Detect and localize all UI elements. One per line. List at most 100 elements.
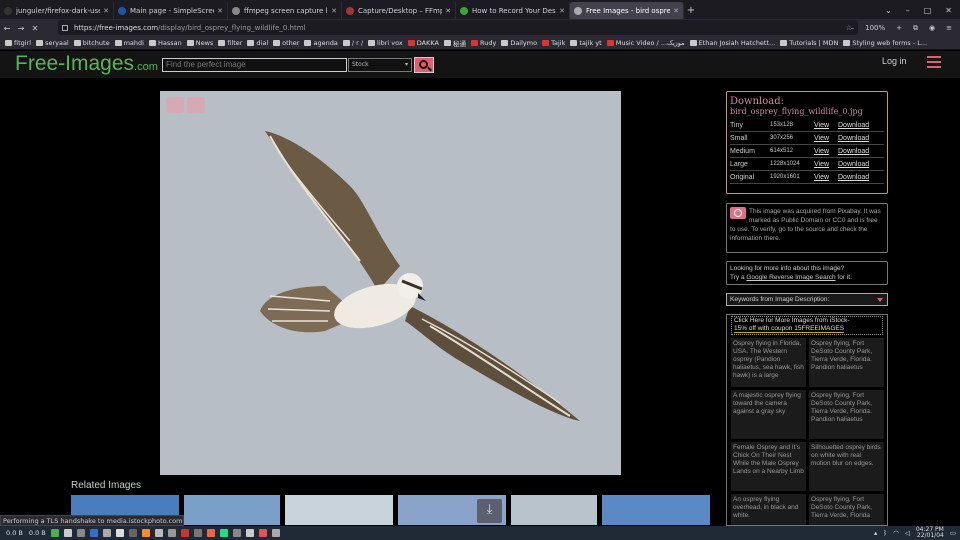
bookmark-item[interactable]: tajik yt bbox=[570, 39, 602, 47]
app-menu-icon[interactable]: ≡ bbox=[946, 24, 952, 32]
related-image[interactable] bbox=[184, 495, 280, 525]
bookmark-item[interactable]: Styling web forms - L... bbox=[843, 39, 927, 47]
app-icon[interactable] bbox=[50, 529, 59, 537]
related-image[interactable] bbox=[602, 495, 710, 525]
maximize-icon[interactable]: □ bbox=[924, 6, 932, 15]
bookmark-item[interactable]: Rudy bbox=[470, 39, 496, 47]
bookmark-item[interactable]: other bbox=[273, 39, 299, 47]
search-input[interactable]: Find the perfect image bbox=[162, 58, 347, 72]
app-icon[interactable] bbox=[89, 529, 98, 537]
bookmark-item[interactable]: seryaal bbox=[36, 39, 69, 47]
tab-list-icon[interactable]: ⌄ bbox=[885, 6, 892, 15]
login-link[interactable]: Log in bbox=[882, 56, 907, 66]
search-scope-select[interactable]: Stock ▾ bbox=[348, 58, 412, 72]
browser-tab[interactable]: Main page - SimpleScreen ✕ bbox=[114, 2, 228, 19]
download-link[interactable]: Download bbox=[838, 148, 869, 155]
heart-icon[interactable] bbox=[187, 97, 205, 113]
close-tab-icon[interactable]: ✕ bbox=[217, 7, 223, 15]
istock-item[interactable]: A majestic osprey flying toward the came… bbox=[731, 390, 806, 439]
bookmark-item[interactable]: News bbox=[186, 39, 213, 47]
istock-item[interactable]: Osprey flying in Florida, USA. The Weste… bbox=[731, 338, 806, 387]
app-icon[interactable] bbox=[115, 529, 124, 537]
view-link[interactable]: View bbox=[814, 161, 838, 168]
app-icon[interactable] bbox=[232, 529, 241, 537]
istock-item[interactable]: Osprey flying, Fort DeSoto County Park, … bbox=[809, 390, 884, 439]
related-image[interactable] bbox=[285, 495, 393, 525]
bluetooth-icon[interactable]: ᛒ bbox=[883, 529, 887, 537]
app-icon[interactable] bbox=[76, 529, 85, 537]
istock-item[interactable]: Female Osprey and It's Chick On Their Ne… bbox=[731, 442, 806, 491]
bookmark-item[interactable]: libri vox bbox=[368, 39, 403, 47]
bookmark-item[interactable]: Hassan bbox=[148, 39, 182, 47]
related-image[interactable] bbox=[511, 495, 597, 525]
bookmark-item[interactable]: filter bbox=[218, 39, 242, 47]
bookmark-item[interactable]: DAKKA bbox=[407, 39, 439, 47]
download-link[interactable]: Download bbox=[838, 122, 869, 129]
istock-item[interactable]: An osprey flying overhead, in black and … bbox=[731, 494, 806, 525]
site-logo[interactable]: Free-Images.com bbox=[15, 52, 158, 76]
bookmark-item[interactable]: Tajik bbox=[542, 39, 565, 47]
bookmark-item[interactable]: mahdi bbox=[114, 39, 144, 47]
view-link[interactable]: View bbox=[814, 122, 838, 129]
browser-tab[interactable]: Capture/Desktop – FFmpeg✕ bbox=[342, 2, 456, 19]
app-icon[interactable] bbox=[219, 529, 228, 537]
zoom-in-icon[interactable]: + bbox=[896, 24, 902, 32]
view-link[interactable]: View bbox=[814, 135, 838, 142]
app-icon[interactable] bbox=[206, 529, 215, 537]
close-tab-icon[interactable]: ✕ bbox=[103, 7, 109, 15]
bookmark-item[interactable]: Dailymo bbox=[501, 39, 537, 47]
istock-item[interactable]: Silhouetted osprey birds on white with r… bbox=[809, 442, 884, 491]
back-icon[interactable]: ← bbox=[0, 24, 14, 33]
close-window-icon[interactable]: ✕ bbox=[945, 6, 952, 15]
bookmark-item[interactable]: bitchute bbox=[73, 39, 110, 47]
search-button[interactable] bbox=[414, 57, 434, 73]
tray-arrow-icon[interactable]: ▴ bbox=[874, 529, 877, 537]
bookmark-item[interactable]: dial bbox=[247, 39, 268, 47]
close-tab-icon[interactable]: ✕ bbox=[559, 7, 565, 15]
account-icon[interactable]: ◉ bbox=[929, 24, 935, 32]
app-icon[interactable] bbox=[102, 529, 111, 537]
close-tab-icon[interactable]: ✕ bbox=[445, 7, 451, 15]
istock-item[interactable]: Osprey flying, Fort DeSoto County Park, … bbox=[809, 338, 884, 387]
clock[interactable]: 04:27 PM 22/01/04 bbox=[916, 527, 944, 539]
download-link[interactable]: Download bbox=[838, 135, 869, 142]
app-icon[interactable] bbox=[154, 529, 163, 537]
bookmark-item[interactable]: agenda bbox=[304, 39, 338, 47]
bookmark-item[interactable]: Music Video / ...موزیک bbox=[606, 39, 685, 47]
download-link[interactable]: Download bbox=[838, 174, 869, 181]
app-icon[interactable] bbox=[128, 529, 137, 537]
browser-tab[interactable]: How to Record Your Deskt ✕ bbox=[456, 2, 570, 19]
keywords-dropdown[interactable]: Keywords from Image Description: bbox=[726, 293, 888, 306]
new-tab-button[interactable]: + bbox=[684, 2, 698, 19]
forward-icon[interactable]: → bbox=[14, 24, 28, 33]
istock-item[interactable]: Osprey flying, Fort DeSoto County Park, … bbox=[809, 494, 884, 525]
zoom-out-icon[interactable]: – bbox=[851, 24, 855, 32]
extensions-icon[interactable]: ⧉ bbox=[913, 24, 918, 33]
app-icon[interactable] bbox=[167, 529, 176, 537]
app-icon[interactable] bbox=[245, 529, 254, 537]
bookmark-item[interactable]: 秘通 bbox=[443, 38, 466, 48]
app-icon[interactable] bbox=[193, 529, 202, 537]
wifi-icon[interactable]: ◠ bbox=[893, 529, 899, 537]
volume-icon[interactable]: ◁ bbox=[905, 529, 910, 537]
bookmark-item[interactable]: / r / bbox=[342, 39, 363, 47]
view-link[interactable]: View bbox=[814, 174, 838, 181]
browser-tab[interactable]: junguler/firefox-dark-user ✕ bbox=[0, 2, 114, 19]
view-link[interactable]: View bbox=[814, 148, 838, 155]
reverse-search-link[interactable]: Google Reverse Image Search bbox=[746, 274, 835, 281]
app-icon[interactable] bbox=[271, 529, 280, 537]
browser-tab[interactable]: ffmpeg screen capture lin ✕ bbox=[228, 2, 342, 19]
app-icon[interactable] bbox=[180, 529, 189, 537]
bookmark-item[interactable]: fitgirl bbox=[5, 39, 31, 47]
zoom-level[interactable]: 100% bbox=[865, 24, 885, 32]
close-tab-icon[interactable]: ✕ bbox=[331, 7, 337, 15]
url-bar[interactable]: https://free-images.com/display/bird_osp… bbox=[58, 20, 858, 35]
stop-loading-icon[interactable]: ✕ bbox=[28, 24, 42, 33]
bookmark-item[interactable]: Ethan Josiah Hatchett... bbox=[689, 39, 775, 47]
download-arrow-icon[interactable]: ⤓ bbox=[477, 499, 502, 523]
notification-icon[interactable]: ▭ bbox=[950, 529, 956, 537]
app-icon[interactable] bbox=[258, 529, 267, 537]
browser-tab[interactable]: Free Images - bird osprey ✕ bbox=[570, 2, 684, 19]
istock-promo-link[interactable]: Click Here for More Images from iStock- … bbox=[731, 316, 883, 335]
minimize-icon[interactable]: – bbox=[906, 6, 910, 15]
